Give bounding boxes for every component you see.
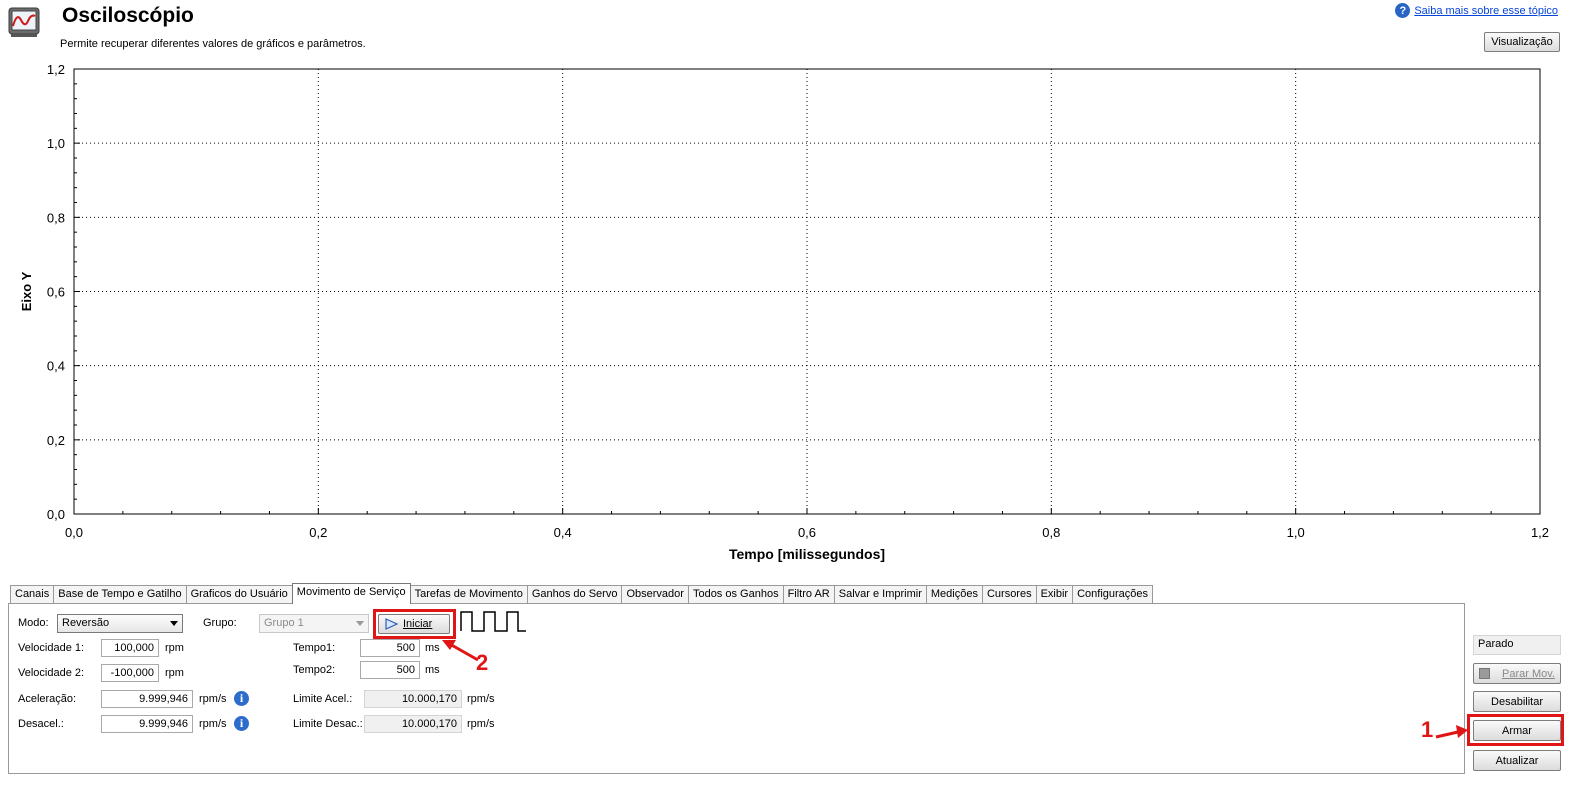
tab-3[interactable]: Movimento de Serviço xyxy=(291,583,411,604)
acceleration-label: Aceleração: xyxy=(18,693,77,705)
x-tick-label: 0,4 xyxy=(554,525,572,540)
velocity1-unit: rpm xyxy=(165,642,184,654)
x-tick-label: 0,0 xyxy=(65,525,83,540)
callout-number-2: 2 xyxy=(476,650,489,675)
stop-motion-label: Parar Mov. xyxy=(1502,667,1555,680)
status-field: Parado xyxy=(1473,635,1561,655)
deceleration-label: Desacel.: xyxy=(18,718,64,730)
square-wave-icon xyxy=(460,611,526,632)
tab-7[interactable]: Todos os Ganhos xyxy=(687,585,784,604)
group-select[interactable]: Grupo 1 xyxy=(259,614,369,633)
tab-4[interactable]: Tarefas de Movimento xyxy=(409,585,528,604)
mode-select[interactable]: Reversão xyxy=(57,614,183,633)
y-axis-label: Eixo Y xyxy=(19,271,34,311)
velocity1-input[interactable]: 100,000 xyxy=(101,639,159,657)
mode-label: Modo: xyxy=(18,617,49,629)
accel-limit-label: Limite Acel.: xyxy=(293,693,353,705)
x-tick-label: 0,8 xyxy=(1042,525,1060,540)
help-link[interactable]: Saiba mais sobre esse tópico xyxy=(1414,5,1558,17)
y-tick-label: 1,0 xyxy=(47,136,65,151)
deceleration-input[interactable]: 9.999,946 xyxy=(101,715,193,733)
mode-select-value: Reversão xyxy=(62,617,110,629)
tab-5[interactable]: Ganhos do Servo xyxy=(526,585,623,604)
time2-input[interactable]: 500 xyxy=(360,661,420,679)
oscilloscope-chart[interactable]: 0,0 0,2 0,4 0,6 0,8 1,0 1,2 0,0 0,2 0,4 0,6 0,8 1,0 1… xyxy=(0,55,1586,570)
time1-label: Tempo1: xyxy=(293,642,336,654)
oscilloscope-icon xyxy=(8,7,40,37)
acceleration-input[interactable]: 9.999,946 xyxy=(101,690,193,708)
chevron-down-icon xyxy=(356,621,364,626)
decel-limit-label: Limite Desac.: xyxy=(293,718,363,730)
tab-bar: Canais Base de Tempo e Gatilho Graficos do… xyxy=(10,583,1154,604)
page-subtitle: Permite recuperar diferentes valores de … xyxy=(60,38,366,50)
help-link-area[interactable]: ? Saiba mais sobre esse tópico xyxy=(1395,3,1558,18)
tab-12[interactable]: Exibir xyxy=(1035,585,1074,604)
x-tick-label: 1,0 xyxy=(1287,525,1305,540)
group-select-value: Grupo 1 xyxy=(264,617,304,629)
decel-limit-value: 10.000,170 xyxy=(364,715,462,733)
y-tick-label: 0,8 xyxy=(47,210,65,225)
tab-9[interactable]: Salvar e Imprimir xyxy=(833,585,927,604)
info-icon[interactable]: i xyxy=(234,691,249,706)
tab-8[interactable]: Filtro AR xyxy=(782,585,835,604)
tab-6[interactable]: Observador xyxy=(621,585,689,604)
group-label: Grupo: xyxy=(203,617,237,629)
chevron-down-icon xyxy=(170,621,178,626)
time1-input[interactable]: 500 xyxy=(360,639,420,657)
accel-limit-value: 10.000,170 xyxy=(364,690,462,708)
view-button[interactable]: Visualização xyxy=(1484,32,1560,52)
service-motion-panel: Modo: Reversão Grupo: Grupo 1 Iniciar Ve… xyxy=(8,603,1465,774)
x-tick-label: 1,2 xyxy=(1531,525,1549,540)
info-icon[interactable]: i xyxy=(234,716,249,731)
y-tick-label: 0,6 xyxy=(47,285,65,300)
x-tick-label: 0,2 xyxy=(309,525,327,540)
help-icon[interactable]: ? xyxy=(1395,3,1411,18)
x-tick-label: 0,6 xyxy=(798,525,816,540)
tab-10[interactable]: Medições xyxy=(925,585,983,604)
tab-13[interactable]: Configurações xyxy=(1072,585,1154,604)
y-tick-label: 0,2 xyxy=(47,433,65,448)
y-tick-label: 0,0 xyxy=(47,507,65,522)
acceleration-unit: rpm/s xyxy=(199,693,227,705)
x-axis-label: Tempo [milissegundos] xyxy=(729,546,885,562)
stop-motion-button[interactable]: Parar Mov. xyxy=(1473,663,1561,684)
y-tick-label: 1,2 xyxy=(47,62,65,77)
decel-limit-unit: rpm/s xyxy=(467,718,495,730)
time2-label: Tempo2: xyxy=(293,664,336,676)
velocity1-label: Velocidade 1: xyxy=(18,642,85,654)
highlight-box-arm xyxy=(1467,714,1564,746)
velocity2-unit: rpm xyxy=(165,667,184,679)
stop-icon xyxy=(1479,668,1490,679)
tab-2[interactable]: Graficos do Usuário xyxy=(185,585,293,604)
deceleration-unit: rpm/s xyxy=(199,718,227,730)
y-tick-label: 0,4 xyxy=(47,359,65,374)
callout-number-1: 1 xyxy=(1421,717,1434,742)
tab-0[interactable]: Canais xyxy=(10,585,55,604)
accel-limit-unit: rpm/s xyxy=(467,693,495,705)
tab-11[interactable]: Cursores xyxy=(981,585,1037,604)
velocity2-label: Velocidade 2: xyxy=(18,667,85,679)
callout-arrow-2 xyxy=(442,640,479,662)
disable-button[interactable]: Desabilitar xyxy=(1473,691,1561,712)
velocity2-input[interactable]: -100,000 xyxy=(101,664,159,682)
page-title: Osciloscópio xyxy=(62,4,194,27)
callout-arrow-1 xyxy=(1435,725,1468,739)
tab-1[interactable]: Base de Tempo e Gatilho xyxy=(53,585,187,604)
refresh-button[interactable]: Atualizar xyxy=(1473,750,1561,771)
